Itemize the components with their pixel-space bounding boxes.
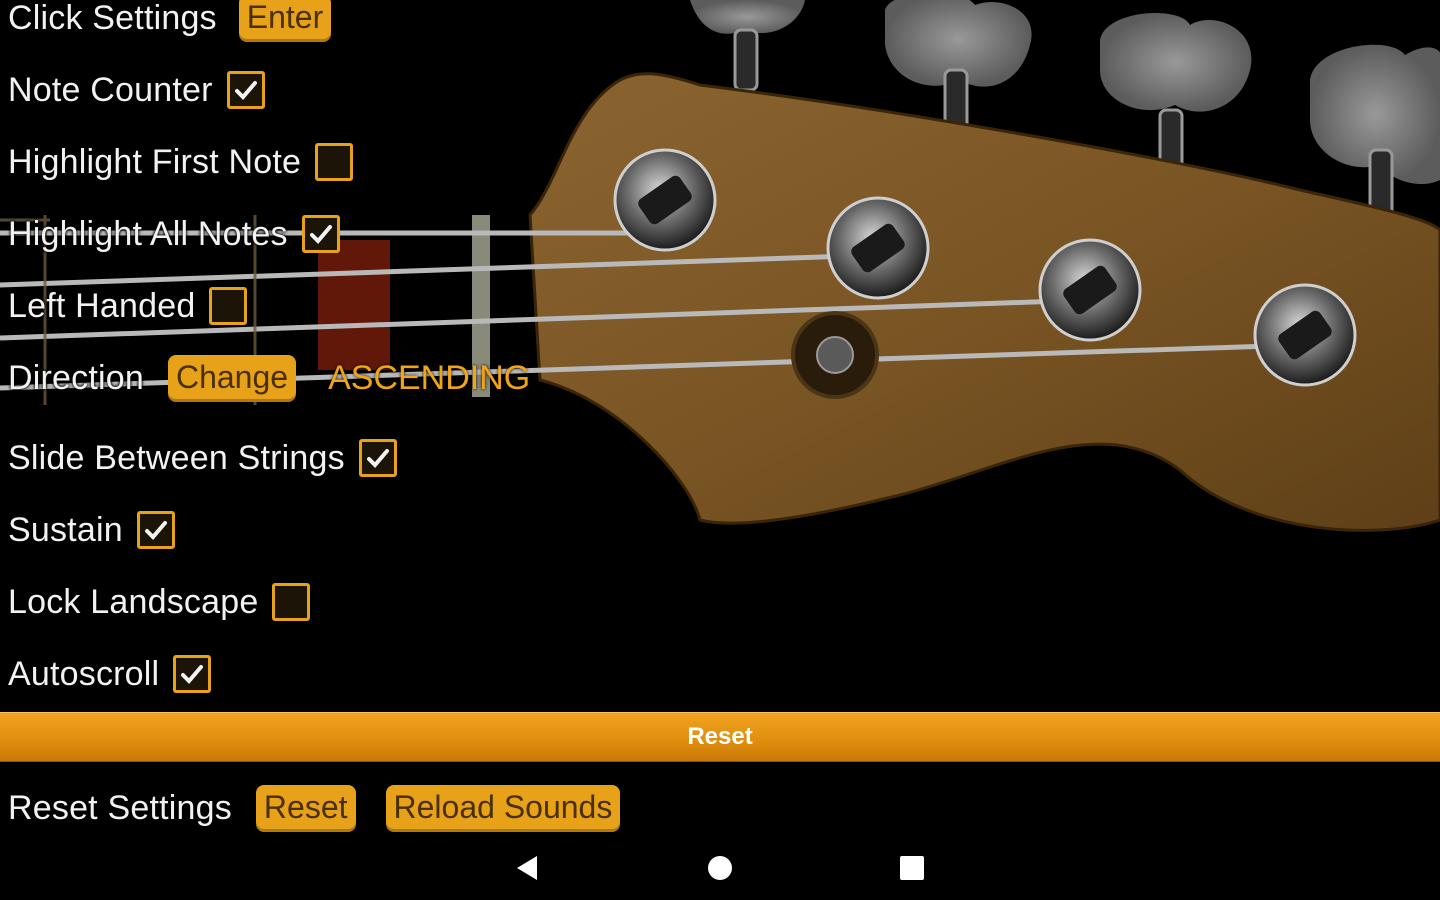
recents-square-icon	[900, 856, 924, 880]
checkmark-icon	[366, 449, 389, 468]
direction-value: ASCENDING	[328, 358, 531, 397]
sustain-checkbox[interactable]	[136, 511, 175, 549]
system-navigation-bar	[0, 836, 1440, 900]
slide-between-strings-label: Slide Between Strings	[8, 438, 345, 477]
note-counter-row: Note Counter	[8, 62, 265, 118]
back-triangle-icon	[517, 856, 537, 880]
slide-between-strings-checkbox[interactable]	[358, 439, 397, 477]
highlight-first-note-checkbox[interactable]	[315, 143, 354, 181]
slide-between-strings-row: Slide Between Strings	[8, 430, 397, 486]
highlight-first-note-row: Highlight First Note	[8, 134, 354, 190]
note-counter-label: Note Counter	[8, 70, 213, 109]
reset-button[interactable]: Reset	[255, 784, 356, 832]
reset-settings-label: Reset Settings	[8, 788, 232, 827]
direction-row: Direction Change ASCENDING	[8, 350, 530, 406]
lock-landscape-checkbox[interactable]	[272, 583, 311, 621]
checkmark-icon	[234, 81, 257, 100]
reset-settings-row: Reset Settings Reset Reload Sounds	[8, 780, 621, 836]
autoscroll-label: Autoscroll	[8, 654, 160, 693]
autoscroll-row: Autoscroll	[8, 646, 212, 702]
checkmark-icon	[309, 225, 332, 244]
left-handed-checkbox[interactable]	[209, 287, 248, 325]
back-button[interactable]	[497, 836, 557, 900]
sustain-row: Sustain	[8, 502, 175, 558]
left-handed-row: Left Handed	[8, 278, 248, 334]
highlight-all-notes-row: Highlight All Notes	[8, 206, 340, 262]
click-settings-enter-button[interactable]: Enter	[238, 0, 332, 42]
direction-change-button[interactable]: Change	[167, 354, 297, 402]
lock-landscape-row: Lock Landscape	[8, 574, 311, 630]
reload-sounds-button[interactable]: Reload Sounds	[385, 784, 621, 832]
autoscroll-checkbox[interactable]	[173, 655, 212, 693]
highlight-all-notes-label: Highlight All Notes	[8, 214, 288, 253]
home-circle-icon	[708, 856, 732, 880]
lock-landscape-label: Lock Landscape	[8, 582, 259, 621]
reset-section-header: Reset	[0, 712, 1440, 762]
home-button[interactable]	[690, 836, 750, 900]
direction-label: Direction	[8, 358, 144, 397]
click-settings-row: Click Settings Enter	[8, 0, 332, 46]
checkmark-icon	[144, 521, 167, 540]
checkmark-icon	[181, 665, 204, 684]
note-counter-checkbox[interactable]	[226, 71, 265, 109]
highlight-first-note-label: Highlight First Note	[8, 142, 302, 181]
click-settings-label: Click Settings	[8, 0, 217, 37]
sustain-label: Sustain	[8, 510, 123, 549]
highlight-all-notes-checkbox[interactable]	[301, 215, 340, 253]
left-handed-label: Left Handed	[8, 286, 196, 325]
recents-button[interactable]	[882, 836, 942, 900]
